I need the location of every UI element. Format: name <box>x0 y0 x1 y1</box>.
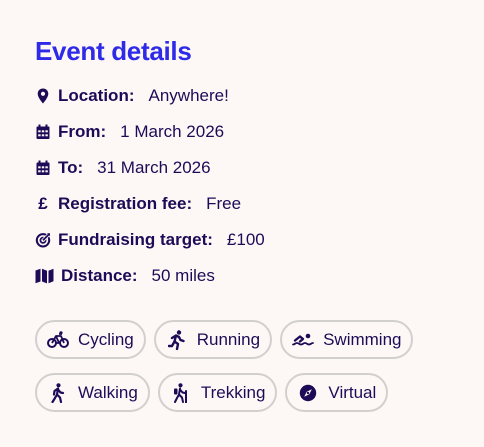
detail-registration-fee: £ Registration fee: Free <box>35 186 484 222</box>
hiking-icon <box>170 382 192 403</box>
detail-value: £100 <box>226 230 265 249</box>
detail-value: 31 March 2026 <box>97 158 211 177</box>
detail-label: Location: <box>58 86 135 105</box>
detail-label: Fundraising target: <box>58 230 213 249</box>
pound-sign-icon: £ <box>38 194 48 213</box>
tag-label: Trekking <box>200 382 266 402</box>
detail-value: 50 miles <box>151 266 215 285</box>
running-icon <box>166 329 188 350</box>
calendar-icon <box>35 160 51 176</box>
swimming-icon <box>292 330 314 350</box>
tag-label: Swimming <box>323 329 402 349</box>
detail-value: Free <box>206 194 242 213</box>
tag-running[interactable]: Running <box>153 320 273 359</box>
tag-label: Running <box>196 329 261 349</box>
detail-label: Registration fee: <box>58 194 193 213</box>
tag-swimming[interactable]: Swimming <box>280 320 414 359</box>
page-title: Event details <box>35 36 192 66</box>
compass-icon <box>297 383 319 403</box>
detail-label: Distance: <box>61 266 138 285</box>
tag-cycling[interactable]: Cycling <box>35 320 146 359</box>
tag-label: Virtual <box>328 382 377 402</box>
detail-label: To: <box>58 158 84 177</box>
bicycle-icon <box>47 330 69 350</box>
detail-fundraising-target: Fundraising target: £100 <box>35 222 484 258</box>
detail-to: To: 31 March 2026 <box>35 150 484 186</box>
detail-from: From: 1 March 2026 <box>35 114 484 150</box>
detail-distance: Distance: 50 miles <box>35 258 484 294</box>
map-icon <box>35 268 54 284</box>
detail-location: Location: Anywhere! <box>35 78 484 114</box>
activity-tags: Cycling Running Swimming Walking Trekkin… <box>35 320 455 426</box>
target-icon <box>35 232 51 248</box>
tag-label: Walking <box>78 382 138 402</box>
tag-virtual[interactable]: Virtual <box>285 373 389 412</box>
event-details-card: Event details Location: Anywhere! From: … <box>0 0 484 447</box>
walking-icon <box>47 382 69 403</box>
detail-value: 1 March 2026 <box>120 122 225 141</box>
detail-label: From: <box>58 122 107 141</box>
tag-label: Cycling <box>78 329 134 349</box>
tag-trekking[interactable]: Trekking <box>157 373 278 412</box>
detail-value: Anywhere! <box>148 86 229 105</box>
event-details-list: Location: Anywhere! From: 1 March 2026 T… <box>35 78 484 294</box>
tag-walking[interactable]: Walking <box>35 373 150 412</box>
location-pin-icon <box>35 88 51 104</box>
calendar-icon <box>35 124 51 140</box>
